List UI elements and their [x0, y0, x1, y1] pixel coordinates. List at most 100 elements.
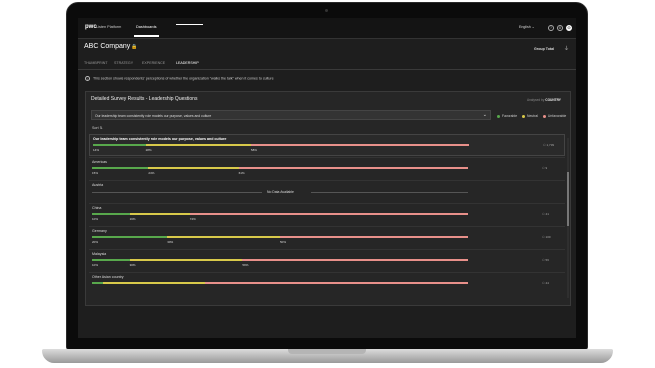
divider	[78, 69, 576, 70]
bar-segment-neutral	[129, 213, 190, 215]
people-icon: ⚇	[542, 235, 545, 239]
pct-favorable: 10%	[92, 263, 99, 267]
bar-segment-neutral	[148, 167, 239, 169]
bar-segment-neutral	[167, 236, 280, 238]
table-row: Americas 15% 24% 61% ⚇ 9	[89, 157, 565, 179]
pct-neutral: 30%	[129, 263, 136, 267]
bar-segment-favorable	[92, 236, 168, 238]
respondent-count: ⚇ 1,739	[543, 143, 554, 147]
chevron-down-icon: ⌄	[482, 112, 487, 118]
app-screen: pwc Listen Platform Dashboards English ⌄…	[78, 18, 576, 338]
row-label: Germany	[92, 229, 107, 233]
tab-leadership[interactable]: LEADERSHIP	[176, 61, 199, 65]
no-data-label: No Data Available	[267, 190, 294, 194]
tab-experience[interactable]: EXPERIENCE	[142, 61, 165, 65]
bar-segment-neutral	[129, 259, 243, 261]
stacked-bar	[92, 259, 468, 261]
panel-title: Detailed Survey Results - Leadership Que…	[91, 96, 198, 102]
pct-unfavorable: 74%	[189, 217, 196, 221]
pct-neutral: 30%	[167, 240, 174, 244]
count-value: 56	[545, 258, 549, 262]
people-icon: ⚇	[542, 258, 545, 262]
sort-icon: ⇅	[99, 126, 103, 130]
row-label: China	[92, 206, 102, 210]
respondent-count: ⚇ 100	[542, 235, 551, 239]
bar-segment-neutral	[145, 144, 251, 146]
info-text: This section shows respondents' percepti…	[93, 76, 274, 81]
pct-favorable: 15%	[92, 171, 99, 175]
pct-favorable: 14%	[93, 148, 100, 152]
pct-unfavorable: 59%	[242, 263, 249, 267]
tab-active-indicator	[176, 24, 203, 25]
respondent-count: ⚇ 44	[542, 281, 549, 285]
pwc-logo: pwc	[85, 24, 97, 30]
legend-label-favorable: Favorable	[502, 114, 518, 118]
bar-segment-favorable	[93, 144, 146, 146]
platform-name: Listen Platform	[96, 25, 122, 29]
count-value: 100	[545, 235, 551, 239]
tab-strategy[interactable]: STRATEGY	[114, 61, 133, 65]
user-icon[interactable]: ⏻	[566, 25, 572, 31]
help-icon[interactable]: ?	[548, 25, 554, 31]
group-selector[interactable]: Group Total	[534, 47, 554, 51]
count-value: 9	[545, 166, 548, 170]
results-list: Our leadership team consistently role mo…	[89, 134, 565, 302]
language-label: English	[519, 25, 531, 29]
settings-icon[interactable]: ⚙	[557, 25, 563, 31]
question-select-value: Our leadership team consistently role mo…	[95, 114, 212, 118]
top-navigation-bar: pwc Listen Platform Dashboards English ⌄…	[78, 18, 576, 39]
people-icon: ⚇	[542, 281, 545, 285]
stacked-bar	[92, 167, 468, 169]
language-selector[interactable]: English ⌄	[519, 25, 535, 29]
sort-label: Sort	[92, 126, 99, 130]
question-select[interactable]: Our leadership team consistently role mo…	[91, 110, 491, 120]
survey-results-panel: Detailed Survey Results - Leadership Que…	[85, 91, 571, 306]
stacked-bar	[92, 236, 468, 238]
pct-neutral: 16%	[129, 217, 136, 221]
filter-icon[interactable]: ⏚	[564, 45, 569, 52]
page-title: ABC Company	[84, 43, 131, 50]
info-icon: i	[85, 76, 90, 81]
bar-segment-favorable	[92, 167, 149, 169]
legend-label-unfavorable: Unfavorable	[547, 114, 567, 118]
table-row: Other Asian country ⚇ 44	[89, 272, 565, 294]
table-row: Austria No Data Available	[89, 180, 565, 202]
stacked-bar	[93, 144, 469, 146]
respondent-count: ⚇ 9	[542, 166, 547, 170]
question-row: Our leadership team consistently role mo…	[89, 134, 565, 156]
pct-neutral: 24%	[148, 171, 155, 175]
respondent-count: ⚇ 56	[542, 258, 549, 262]
sort-control[interactable]: Sort ⇅	[92, 126, 103, 130]
analysed-by-label: Analysed by	[527, 98, 545, 102]
count-value: 41	[545, 212, 549, 216]
pct-unfavorable: 61%	[238, 171, 245, 175]
info-banner: i This section shows respondents' percept…	[85, 76, 274, 81]
legend-label-neutral: Neutral	[527, 114, 538, 118]
pct-favorable: 20%	[92, 240, 99, 244]
table-row: Germany 20% 30% 50% ⚇ 100	[89, 226, 565, 248]
pct-favorable: 10%	[92, 217, 99, 221]
chevron-down-icon: ⌄	[531, 25, 535, 29]
analysed-by-selector[interactable]: Analysed by COUNTRY	[527, 98, 561, 102]
pct-neutral: 28%	[145, 148, 152, 152]
table-row: Malaysia 10% 30% 59% ⚇ 56	[89, 249, 565, 271]
legend-dot-favorable	[497, 114, 500, 118]
laptop-notch	[288, 349, 366, 354]
nav-dashboards[interactable]: Dashboards	[136, 25, 156, 29]
row-label: Americas	[92, 160, 107, 164]
tab-thumbprint[interactable]: THUMBPRINT	[84, 61, 108, 65]
chart-legend: Favorable Neutral Unfavorable	[493, 114, 566, 118]
table-row: China 10% 16% 74% ⚇ 41	[89, 203, 565, 225]
row-label: Austria	[92, 183, 104, 187]
people-icon: ⚇	[542, 166, 545, 170]
respondent-count: ⚇ 41	[542, 212, 549, 216]
row-label: Other Asian country	[92, 275, 124, 279]
no-data-line	[92, 192, 262, 193]
lock-icon: 🔒	[131, 44, 138, 50]
legend-dot-unfavorable	[542, 114, 546, 118]
camera-icon	[325, 9, 328, 12]
no-data-line	[311, 192, 468, 193]
people-icon: ⚇	[543, 143, 546, 147]
scrollbar-thumb[interactable]	[567, 172, 569, 226]
pct-unfavorable: 58%	[250, 148, 257, 152]
